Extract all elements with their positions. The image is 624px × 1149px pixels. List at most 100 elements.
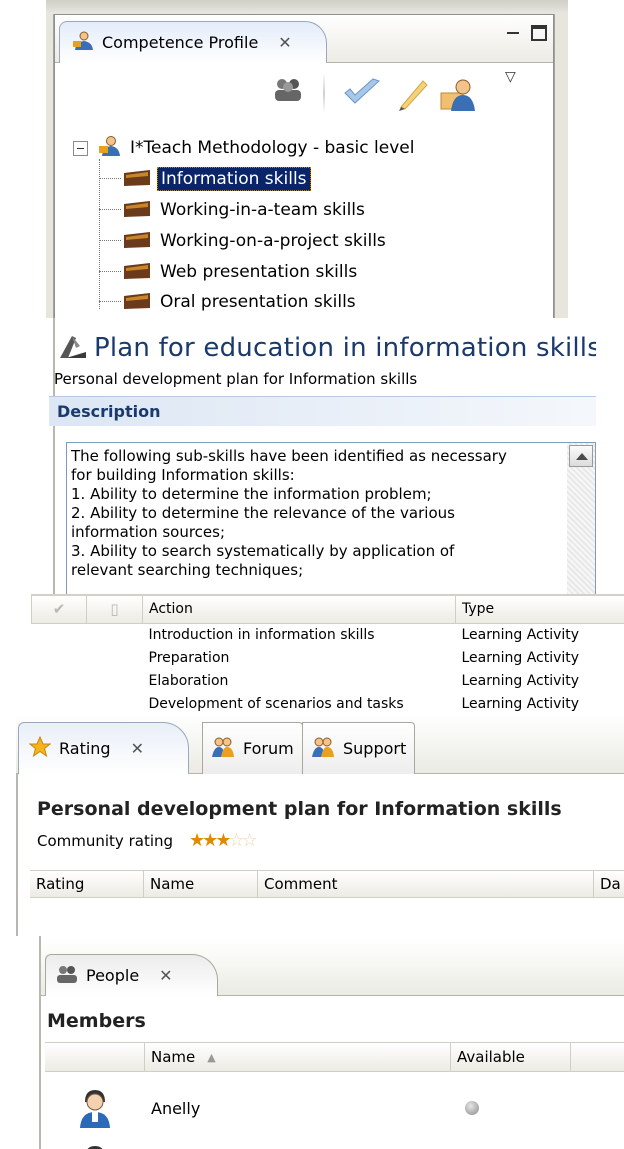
group-icon: [56, 964, 78, 988]
column-lock[interactable]: ▯: [86, 594, 143, 624]
collapse-icon[interactable]: [73, 140, 88, 156]
table-row[interactable]: Elaboration Learning Activity: [32, 669, 624, 692]
tree-root-item[interactable]: I*Teach Methodology - basic level: [73, 133, 414, 163]
minimize-icon[interactable]: [505, 25, 521, 41]
tab-people[interactable]: People ✕: [45, 954, 218, 996]
column-name[interactable]: Name ▲: [145, 1043, 451, 1071]
scroll-up-arrow-icon[interactable]: [569, 445, 593, 467]
tab-support-label: Support: [343, 739, 407, 758]
table-row[interactable]: Preparation Learning Activity: [32, 646, 624, 669]
people-tab-strip: People ✕: [41, 940, 624, 996]
column-name[interactable]: Name: [144, 871, 258, 897]
plan-panel: Plan for education in information skills…: [46, 318, 596, 594]
member-name: Anelly: [151, 1098, 201, 1118]
column-done[interactable]: ✔: [31, 594, 87, 624]
column-rating[interactable]: Rating: [30, 871, 144, 897]
tab-rating-label: Rating: [59, 739, 111, 758]
tree-item-label: Web presentation skills: [160, 262, 358, 282]
tree-guide: [99, 271, 121, 272]
action-cell: Development of scenarios and tasks: [148, 695, 404, 712]
rating-tab-strip: Rating ✕ Forum Support: [16, 714, 624, 774]
people-view: People ✕ Members Name ▲ Available Anelly: [41, 936, 624, 1149]
tree-guide: [99, 178, 121, 179]
close-icon[interactable]: ✕: [278, 33, 291, 52]
column-type[interactable]: Type: [455, 594, 624, 624]
tree-guide: [99, 209, 121, 210]
rating-title: Personal development plan for Informatio…: [37, 798, 562, 820]
tree-item-project-skills[interactable]: Working-on-a-project skills: [123, 226, 389, 256]
action-cell: Elaboration: [148, 672, 229, 689]
tab-rating[interactable]: Rating ✕: [18, 722, 189, 774]
user-icon: [98, 135, 122, 161]
plan-title: Plan for education in information skills: [94, 333, 596, 363]
sort-ascending-icon: ▲: [207, 1050, 216, 1064]
column-avatar[interactable]: [45, 1043, 145, 1071]
left-edge: [46, 14, 54, 318]
column-date[interactable]: Da: [594, 871, 624, 897]
user-edit-icon[interactable]: [439, 77, 479, 117]
tab-support[interactable]: Support: [302, 722, 416, 774]
star-icon: [28, 735, 52, 762]
star-filled-icon: ★: [202, 830, 218, 851]
view-menu-icon[interactable]: ▽: [505, 69, 516, 85]
vertical-scrollbar[interactable]: [567, 443, 595, 594]
tab-competence-profile-label: Competence Profile: [102, 33, 259, 52]
tab-forum[interactable]: Forum: [202, 722, 303, 774]
community-rating: Community rating ★★★☆☆: [37, 830, 258, 851]
action-cell: Preparation: [148, 649, 230, 666]
description-line: for building Information skills:: [71, 466, 295, 484]
panel-left-edge: [46, 318, 55, 594]
column-action[interactable]: Action: [142, 594, 456, 624]
members-title: Members: [47, 1010, 146, 1032]
users-icon: [311, 736, 335, 762]
table-row[interactable]: Introduction in information skills Learn…: [32, 623, 624, 646]
rating-table-body: [30, 898, 624, 936]
type-cell: Learning Activity: [461, 695, 580, 712]
right-edge: [554, 14, 568, 318]
description-line: 3. Ability to search systematically by a…: [71, 542, 455, 560]
table-row[interactable]: Development of scenarios and tasks Learn…: [32, 692, 624, 714]
tree-item-oral-presentation[interactable]: Oral presentation skills: [123, 287, 359, 317]
description-section-header[interactable]: Description: [49, 396, 596, 426]
section-label: Description: [57, 402, 161, 421]
briefcase-icon: [123, 290, 151, 314]
member-row[interactable]: Anelly: [45, 1078, 624, 1138]
close-icon[interactable]: ✕: [159, 966, 172, 985]
tree-guide: [99, 301, 121, 302]
users-icon: [211, 736, 235, 762]
description-line: 1. Ability to determine the information …: [71, 485, 432, 503]
tree-item-information-skills[interactable]: Information skills: [123, 164, 311, 194]
user-icon: [72, 31, 94, 55]
competence-profile-panel: Competence Profile ✕ ▽ I*Teach Methodolo…: [46, 0, 568, 318]
avatar: [45, 1088, 145, 1128]
tree-item-web-presentation[interactable]: Web presentation skills: [123, 257, 360, 287]
member-row[interactable]: [45, 1134, 624, 1149]
tree-item-label: Information skills: [157, 167, 311, 191]
description-line: information sources;: [71, 523, 226, 541]
rating-stars[interactable]: ★★★☆☆: [189, 830, 258, 851]
tab-competence-profile[interactable]: Competence Profile ✕: [59, 21, 327, 63]
availability-cell: [451, 1143, 571, 1149]
pencil-icon[interactable]: [395, 77, 429, 115]
column-extra[interactable]: [571, 1043, 624, 1071]
panel-left-edge: [33, 936, 41, 1149]
maximize-icon[interactable]: [531, 25, 547, 41]
column-available[interactable]: Available: [451, 1043, 571, 1071]
tree-root-label: I*Teach Methodology - basic level: [130, 138, 415, 158]
rating-panel: Rating ✕ Forum Support Personal developm…: [16, 714, 624, 936]
tree-item-team-skills[interactable]: Working-in-a-team skills: [123, 195, 368, 225]
tab-people-label: People: [86, 966, 140, 985]
competence-toolbar: ▽: [55, 63, 553, 125]
document-icon: ▯: [110, 600, 119, 619]
table-header-row: ✔ ▯ Action Type: [31, 594, 624, 624]
type-cell: Learning Activity: [461, 672, 580, 689]
tree-item-label: Working-in-a-team skills: [160, 200, 365, 220]
star-empty-icon: ☆: [241, 830, 258, 851]
checkmark-icon[interactable]: [343, 77, 381, 111]
description-textarea[interactable]: The following sub-skills have been ident…: [66, 442, 596, 594]
group-icon[interactable]: [273, 77, 303, 107]
column-comment[interactable]: Comment: [258, 871, 594, 897]
tree-item-label: Working-on-a-project skills: [160, 231, 386, 251]
close-icon[interactable]: ✕: [131, 739, 144, 758]
actions-panel: ✔ ▯ Action Type Introduction in informat…: [31, 594, 624, 714]
